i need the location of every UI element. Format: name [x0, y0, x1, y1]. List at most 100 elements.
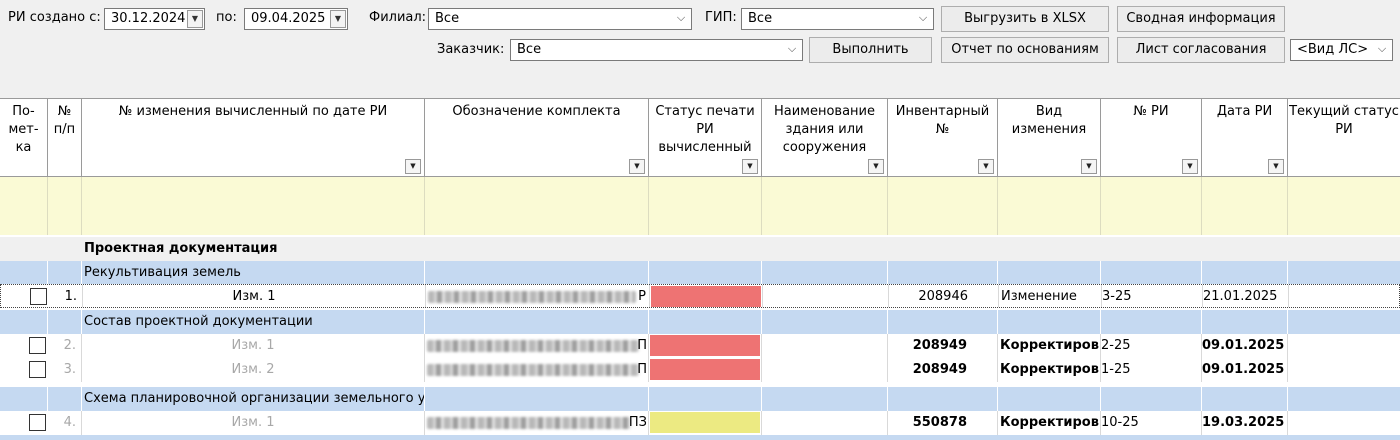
kit-code: ПЗ	[425, 411, 649, 435]
filter-row	[0, 177, 1400, 235]
kit-code: Р	[426, 285, 650, 307]
group-row	[0, 435, 1400, 440]
group-row[interactable]: Схема планировочной организации земельно…	[0, 387, 1400, 411]
col-header-num[interactable]: № п/п	[48, 99, 82, 176]
building-name	[762, 411, 888, 435]
filter-cell[interactable]	[649, 177, 762, 235]
ri-no: 10-25	[1101, 411, 1202, 435]
filter-arrow-icon[interactable]: ▼	[629, 159, 645, 174]
filter-cell[interactable]	[1288, 177, 1400, 235]
change-type: Изменение	[999, 285, 1102, 307]
group-title: Схема планировочной организации земельно…	[82, 387, 425, 411]
filter-arrow-icon[interactable]: ▼	[742, 159, 758, 174]
print-status	[649, 334, 762, 358]
filter-cell[interactable]	[425, 177, 649, 235]
ri-date: 21.01.2025	[1203, 285, 1289, 307]
change-no: Изм. 1	[82, 334, 425, 358]
chevron-down-icon[interactable]: ▼	[330, 10, 346, 28]
ri-no: 2-25	[1101, 334, 1202, 358]
table-row[interactable]: 4. Изм. 1 ПЗ 550878 Корректиров 10-25 19…	[0, 411, 1400, 435]
filter-arrow-icon[interactable]: ▼	[978, 159, 994, 174]
col-header-building-label: Наименование здания или сооружения	[773, 104, 876, 155]
building-name	[762, 358, 888, 382]
status-color-fill	[650, 412, 760, 433]
table-row[interactable]: 3. Изм. 2 П 208949 Корректиров 1-25 09.0…	[0, 358, 1400, 382]
change-no: Изм. 1	[82, 411, 425, 435]
chevron-down-icon[interactable]: ⌵	[783, 41, 801, 59]
approval-sheet-button[interactable]: Лист согласования	[1117, 37, 1285, 63]
ls-type-select[interactable]: <Вид ЛС> ⌵	[1290, 39, 1393, 61]
group-row[interactable]: Состав проектной документации	[0, 310, 1400, 334]
filter-cell[interactable]	[888, 177, 998, 235]
branch-label: Филиал:	[369, 10, 427, 25]
execute-button[interactable]: Выполнить	[809, 37, 932, 63]
filter-arrow-icon[interactable]: ▼	[868, 159, 884, 174]
col-header-current-status-label: Текущий статус РИ	[1289, 104, 1399, 137]
table-row[interactable]: 2. Изм. 1 П 208949 Корректиров 2-25 09.0…	[0, 334, 1400, 358]
filter-cell[interactable]	[82, 177, 425, 235]
filter-cell[interactable]	[48, 177, 82, 235]
status-color-fill	[651, 286, 761, 307]
chevron-down-icon[interactable]: ⌵	[1373, 41, 1391, 59]
col-header-inventory[interactable]: Инвентарный № ▼	[888, 99, 998, 176]
customer-select[interactable]: Все ⌵	[510, 39, 803, 61]
checkbox-icon[interactable]	[29, 414, 46, 431]
change-type: Корректиров	[998, 334, 1101, 358]
chevron-down-icon[interactable]: ▼	[187, 10, 203, 28]
branch-select[interactable]: Все ⌵	[428, 8, 692, 30]
kit-code: П	[425, 334, 649, 358]
group-title: Рекультивация земель	[82, 261, 425, 284]
row-num: 1.	[49, 285, 83, 307]
checkbox-icon[interactable]	[30, 288, 47, 305]
date-to-field[interactable]: 09.04.2025 ▼	[244, 8, 348, 30]
chevron-down-icon[interactable]: ⌵	[914, 10, 932, 28]
col-header-change-type-label: Вид изменения	[1011, 104, 1087, 137]
gip-label: ГИП:	[705, 10, 737, 25]
col-header-print-status[interactable]: Статус печати РИ вычисленный ▼	[649, 99, 762, 176]
group-row[interactable]: Рекультивация земель	[0, 261, 1400, 284]
col-header-kit-code[interactable]: Обозначение комплекта ▼	[425, 99, 649, 176]
kit-code-tail: Р	[638, 289, 646, 304]
group-title: Состав проектной документации	[82, 310, 425, 334]
date-to-value: 09.04.2025	[251, 11, 326, 26]
branch-value: Все	[435, 11, 460, 26]
filter-arrow-icon[interactable]: ▼	[405, 159, 421, 174]
filter-cell[interactable]	[1202, 177, 1288, 235]
filter-cell[interactable]	[1101, 177, 1202, 235]
col-header-inventory-label: Инвентарный №	[895, 104, 990, 137]
table-row[interactable]: 1. Изм. 1 Р 208946 Изменение 3-25 21.01.…	[0, 284, 1400, 308]
filter-cell[interactable]	[762, 177, 888, 235]
checkbox-icon[interactable]	[29, 337, 46, 354]
customer-value: Все	[517, 42, 542, 57]
ri-no: 1-25	[1101, 358, 1202, 382]
col-header-change-type[interactable]: Вид изменения ▼	[998, 99, 1101, 176]
inventory-no: 208949	[888, 358, 998, 382]
filter-arrow-icon[interactable]: ▼	[1081, 159, 1097, 174]
filter-cell[interactable]	[998, 177, 1101, 235]
row-num: 4.	[48, 411, 82, 435]
grounds-report-button[interactable]: Отчет по основаниям	[941, 37, 1109, 63]
building-name	[763, 285, 889, 307]
col-header-building[interactable]: Наименование здания или сооружения ▼	[762, 99, 888, 176]
redacted-text	[427, 417, 631, 429]
chevron-down-icon[interactable]: ⌵	[672, 10, 690, 28]
change-no: Изм. 2	[82, 358, 425, 382]
col-header-change-no[interactable]: № изменения вычисленный по дате РИ ▼	[82, 99, 425, 176]
col-header-mark[interactable]: По- мет- ка	[0, 99, 48, 176]
status-color-fill	[650, 335, 760, 356]
print-status	[649, 358, 762, 382]
col-header-kit-code-label: Обозначение комплекта	[452, 104, 621, 119]
col-header-ri-date[interactable]: Дата РИ ▼	[1202, 99, 1288, 176]
col-header-ri-no[interactable]: № РИ ▼	[1101, 99, 1202, 176]
col-header-change-no-label: № изменения вычисленный по дате РИ	[118, 104, 388, 119]
filter-arrow-icon[interactable]: ▼	[1268, 159, 1284, 174]
date-from-field[interactable]: 30.12.2024 ▼	[104, 8, 205, 30]
filter-arrow-icon[interactable]: ▼	[1182, 159, 1198, 174]
customer-label: Заказчик:	[437, 42, 505, 57]
filter-cell[interactable]	[0, 177, 48, 235]
col-header-current-status[interactable]: Текущий статус РИ	[1288, 99, 1400, 176]
export-xlsx-button[interactable]: Выгрузить в XLSX	[941, 6, 1109, 32]
summary-info-button[interactable]: Сводная информация	[1117, 6, 1285, 32]
checkbox-icon[interactable]	[29, 361, 46, 378]
gip-select[interactable]: Все ⌵	[741, 8, 934, 30]
